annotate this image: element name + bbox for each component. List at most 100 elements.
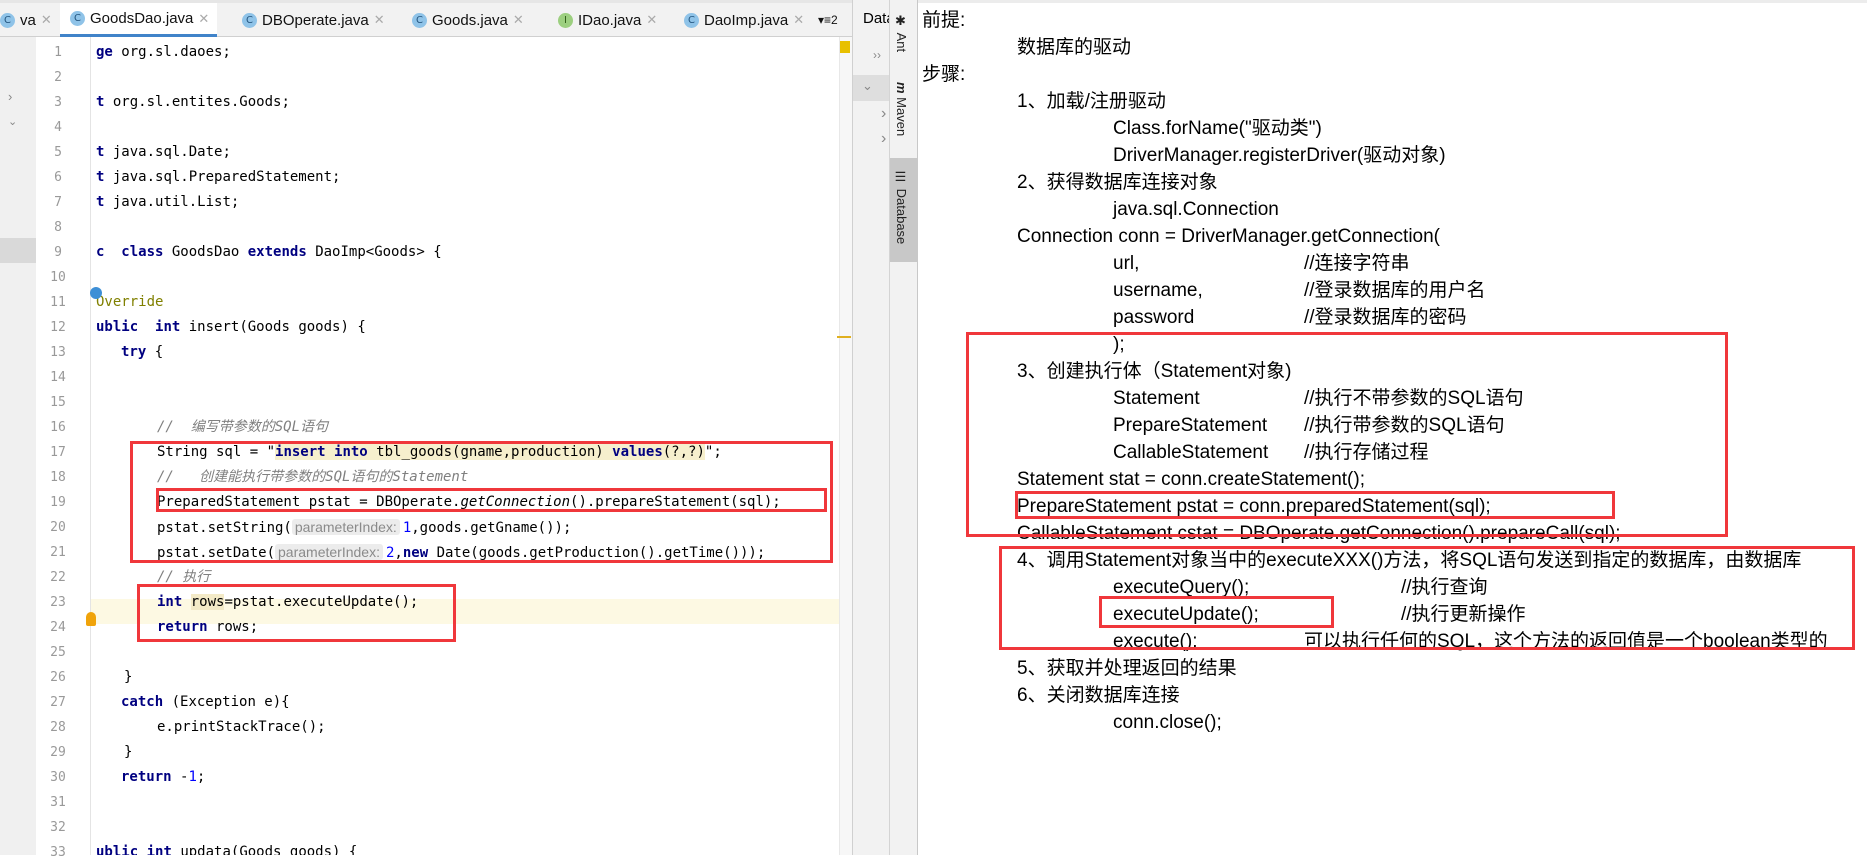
code-line: ge org.sl.daoes; [96, 40, 231, 65]
line-number: 21 [50, 545, 66, 560]
code-token: e.printStackTrace(); [157, 719, 326, 735]
tool-window-maven[interactable]: m Maven [894, 82, 909, 136]
line-number: 14 [50, 370, 66, 385]
doc-comment: //登录数据库的密码 [1304, 307, 1467, 328]
highlight-box-prepared-statement [1015, 491, 1615, 519]
line-number: 25 [50, 645, 66, 660]
editor-tab-bar: Cva ✕ C GoodsDao.java ✕ C DBOperate.java ✕ C Good… [0, 0, 852, 37]
database-side-panel: Data ›› ⌄ › › [852, 0, 895, 855]
code-line: e.printStackTrace(); [157, 715, 326, 740]
doc-comment: //登录数据库的用户名 [1304, 280, 1486, 301]
code-token: ge [96, 44, 113, 60]
close-icon[interactable]: ✕ [793, 12, 804, 28]
tab-label: IDao.java [578, 11, 642, 29]
line-number: 7 [54, 195, 62, 210]
warning-marker[interactable] [840, 41, 850, 53]
code-token: // 执行 [157, 569, 211, 585]
close-icon[interactable]: ✕ [513, 12, 524, 28]
code-token: class [121, 244, 164, 260]
tool-window-strip: ✱ Ant m Maven ☰ Database [889, 0, 918, 855]
line-number: 6 [54, 170, 62, 185]
line-number: 12 [50, 320, 66, 335]
code-token: ; [196, 769, 206, 785]
line-number: 20 [50, 520, 66, 535]
code-token: try [121, 344, 147, 360]
chevron-right-icon[interactable]: › [8, 89, 12, 104]
doc-line: java.sql.Connection [1113, 199, 1279, 220]
line-number: 18 [50, 470, 66, 485]
doc-line: 数据库的驱动 [1017, 37, 1132, 58]
close-icon[interactable]: ✕ [646, 12, 657, 28]
database-icon: ☰ [894, 170, 909, 189]
tab-label: Goods.java [432, 11, 508, 29]
code-token: org.sl.daoes; [112, 44, 231, 60]
line-number: 16 [50, 420, 66, 435]
selected-tree-row[interactable] [0, 238, 36, 263]
code-token: int [146, 844, 172, 855]
code-token: - [171, 769, 189, 785]
code-line: ublic int updata(Goods goods) { [96, 840, 357, 855]
doc-line: url, [1113, 253, 1140, 274]
line-number: 11 [50, 295, 66, 310]
line-number-gutter: 1 2 3 4 5 6 7 8 9 10 11 12 13 14 15 16 17 18 19 20 21 22 23 24 2… [36, 37, 91, 860]
line-number: 8 [54, 220, 62, 235]
doc-line: username, [1113, 280, 1203, 301]
line-number: 10 [50, 270, 66, 285]
code-line: Override [96, 290, 163, 315]
tab-overflow-button[interactable]: ▾≡2 [818, 3, 838, 37]
line-number: 19 [50, 495, 66, 510]
code-token: (Exception e){ [163, 694, 290, 710]
tab-va[interactable]: Cva ✕ [0, 3, 60, 37]
doc-line: 6、关闭数据库连接 [1017, 685, 1180, 706]
editor-scrollbar[interactable] [837, 37, 852, 855]
code-token: extends [247, 244, 307, 260]
line-number: 3 [54, 95, 62, 110]
tree-row[interactable]: ⌄ [853, 75, 890, 101]
close-icon[interactable]: ✕ [41, 12, 52, 28]
chevron-right-icon[interactable]: › [881, 105, 886, 123]
tab-daoimp-java[interactable]: C DaoImp.java ✕ [674, 3, 812, 37]
interface-file-icon: I [558, 12, 573, 28]
ant-icon: ✱ [894, 14, 909, 33]
close-icon[interactable]: ✕ [374, 12, 385, 28]
line-number: 31 [50, 795, 66, 810]
code-line: c class GoodsDao extends DaoImp<Goods> { [96, 240, 442, 265]
code-line: return -1; [121, 765, 205, 790]
tool-window-ant[interactable]: ✱ Ant [894, 14, 909, 52]
tab-goods-java[interactable]: C Goods.java ✕ [402, 3, 532, 37]
highlight-box-execute-update [1099, 596, 1334, 628]
line-number: 9 [54, 245, 62, 260]
doc-line: password [1113, 307, 1195, 328]
code-line: catch (Exception e){ [121, 690, 290, 715]
class-file-icon: C [684, 12, 699, 28]
code-token: GoodsDao [163, 244, 248, 260]
code-token: { [146, 344, 164, 360]
line-number: 28 [50, 720, 66, 735]
lightbulb-icon[interactable] [86, 612, 96, 626]
tool-window-database[interactable]: ☰ Database [894, 170, 909, 244]
expand-button[interactable]: ›› [873, 48, 881, 62]
doc-line: 步骤: [922, 64, 966, 85]
line-number: 5 [54, 145, 62, 160]
marker-stripe [837, 336, 851, 338]
code-token: } [124, 744, 133, 760]
line-number: 1 [54, 45, 62, 60]
class-file-icon: C [0, 12, 15, 28]
chevron-right-icon[interactable]: › [881, 130, 886, 148]
line-number: 22 [50, 570, 66, 585]
code-token: int [155, 319, 181, 335]
code-line: // 编写带参数的SQL语句 [157, 415, 328, 440]
close-icon[interactable]: ✕ [198, 11, 209, 27]
doc-comment: //连接字符串 [1304, 253, 1410, 274]
tab-goodsdao-java[interactable]: C GoodsDao.java ✕ [60, 3, 218, 37]
tab-label: GoodsDao.java [90, 10, 194, 27]
code-token: java.sql.PreparedStatement; [104, 169, 341, 185]
implements-method-icon[interactable] [90, 287, 102, 299]
tab-dboperate-java[interactable]: C DBOperate.java ✕ [232, 3, 393, 37]
tab-idao-java[interactable]: I IDao.java ✕ [548, 3, 665, 37]
code-token: insert(Goods goods) { [180, 319, 366, 335]
project-tree-strip: › ⌄ [0, 37, 36, 855]
chevron-down-icon[interactable]: ⌄ [8, 115, 17, 128]
